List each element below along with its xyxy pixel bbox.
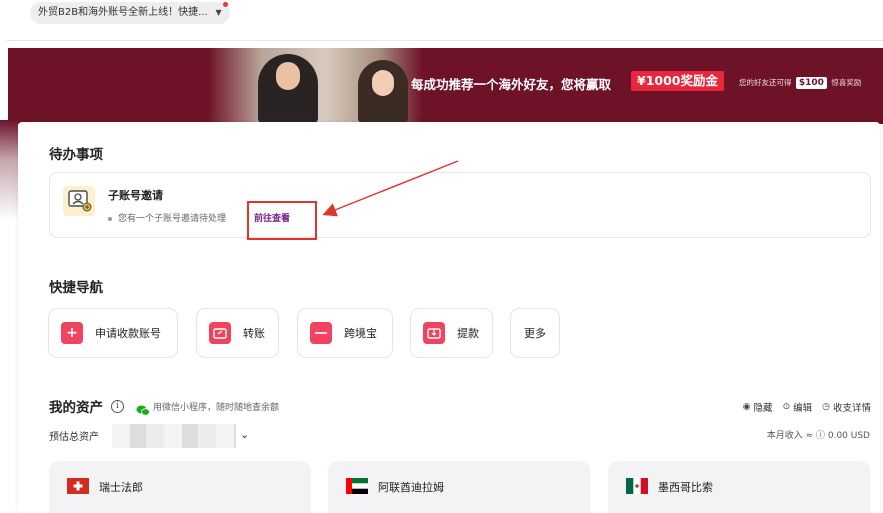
hide-button[interactable]: ◉ 隐藏	[743, 400, 773, 414]
mexico-flag-icon	[626, 478, 648, 494]
chevron-down-icon[interactable]: ⌄	[240, 428, 249, 441]
switzerland-flag-icon	[67, 478, 89, 494]
withdraw-icon	[423, 322, 445, 344]
chevron-down-icon: ▼	[215, 8, 222, 17]
withdraw-label: 提款	[457, 327, 479, 340]
banner-person-woman	[358, 60, 408, 124]
withdraw-button[interactable]: 提款	[410, 308, 493, 358]
todo-section-title: 待办事项	[49, 147, 103, 163]
transfer-label: 转账	[243, 327, 265, 340]
currency-card-chf[interactable]: 瑞士法郎	[49, 461, 311, 513]
statement-label: 收支详情	[832, 403, 871, 414]
assets-title: 我的资产	[49, 400, 103, 416]
month-income: 本月收入 ≈ ⓘ 0.00 USD	[766, 431, 870, 441]
currency-name: 瑞士法郎	[99, 481, 143, 494]
side-decoration	[0, 120, 18, 220]
wallet-icon	[310, 322, 332, 344]
sub-account-invite-icon	[63, 186, 95, 216]
currency-card-mxn[interactable]: 墨西哥比索	[608, 461, 870, 513]
todo-item-title: 子账号邀请	[108, 189, 163, 202]
banner-person-man	[258, 54, 318, 124]
info-icon[interactable]: i	[111, 399, 124, 413]
edit-icon: ⊙	[782, 402, 791, 412]
wechat-hint[interactable]: 用微信小程序，随时随地查余额	[153, 400, 279, 413]
clock-icon: ◷	[822, 402, 830, 412]
hide-label: 隐藏	[753, 403, 773, 414]
currency-card-aed[interactable]: 阿联酋迪拉姆	[328, 461, 590, 513]
kuajingbao-button[interactable]: 跨境宝	[297, 308, 393, 358]
banner-prize-badge: ¥1000奖励金	[631, 71, 724, 91]
todo-item-desc: 您有一个子账号邀请待处理	[108, 211, 226, 224]
transfer-icon	[209, 322, 231, 344]
statement-button[interactable]: ◷ 收支详情	[822, 400, 871, 414]
bullet-icon	[108, 216, 112, 221]
announcement-text: 外贸B2B和海外账号全新上线！快捷...	[38, 7, 208, 18]
banner-sub-prefix: 您的好友还可得	[739, 78, 792, 87]
apply-account-label: 申请收款账号	[95, 327, 161, 340]
asset-actions: ◉ 隐藏 ⊙ 编辑 ◷ 收支详情	[733, 400, 871, 414]
edit-label: 编辑	[793, 403, 813, 414]
quick-nav-section-title: 快捷导航	[49, 280, 103, 296]
currency-name: 阿联酋迪拉姆	[378, 481, 444, 494]
announcement-pill[interactable]: 外贸B2B和海外账号全新上线！快捷... ▼	[30, 2, 230, 24]
estimated-total-value-blurred	[112, 424, 236, 448]
assets-header: 我的资产 i 用微信小程序，随时随地查余额	[49, 397, 279, 416]
kuajingbao-label: 跨境宝	[344, 327, 377, 340]
uae-flag-icon	[346, 478, 368, 494]
plus-icon: +	[61, 322, 83, 344]
banner-sub-suffix: 惊喜奖励	[831, 78, 862, 87]
apply-account-button[interactable]: + 申请收款账号	[48, 308, 178, 358]
page: 外贸B2B和海外账号全新上线！快捷... ▼ 每成功推荐一个海外好友，您将赢取 …	[0, 0, 883, 513]
notification-dot	[222, 2, 228, 7]
more-button[interactable]: 更多	[510, 308, 560, 358]
eye-icon: ◉	[742, 402, 751, 412]
edit-button[interactable]: ⊙ 编辑	[783, 400, 813, 414]
banner-sub-badge: $100	[795, 77, 827, 89]
banner-message: 每成功推荐一个海外好友，您将赢取	[411, 77, 612, 92]
estimated-total-label: 预估总资产	[49, 432, 99, 443]
wechat-icon	[136, 401, 150, 416]
header-divider	[6, 40, 883, 41]
transfer-button[interactable]: 转账	[196, 308, 279, 358]
banner-subtext: 您的好友还可得 $100 惊喜奖励	[739, 77, 861, 89]
todo-item	[49, 172, 871, 238]
referral-banner[interactable]: 每成功推荐一个海外好友，您将赢取 ¥1000奖励金 您的好友还可得 $100 惊…	[8, 48, 883, 124]
annotation-highlight-box	[247, 201, 317, 240]
currency-name: 墨西哥比索	[658, 481, 713, 494]
more-label: 更多	[524, 327, 546, 340]
todo-item-desc-text: 您有一个子账号邀请待处理	[118, 214, 227, 224]
